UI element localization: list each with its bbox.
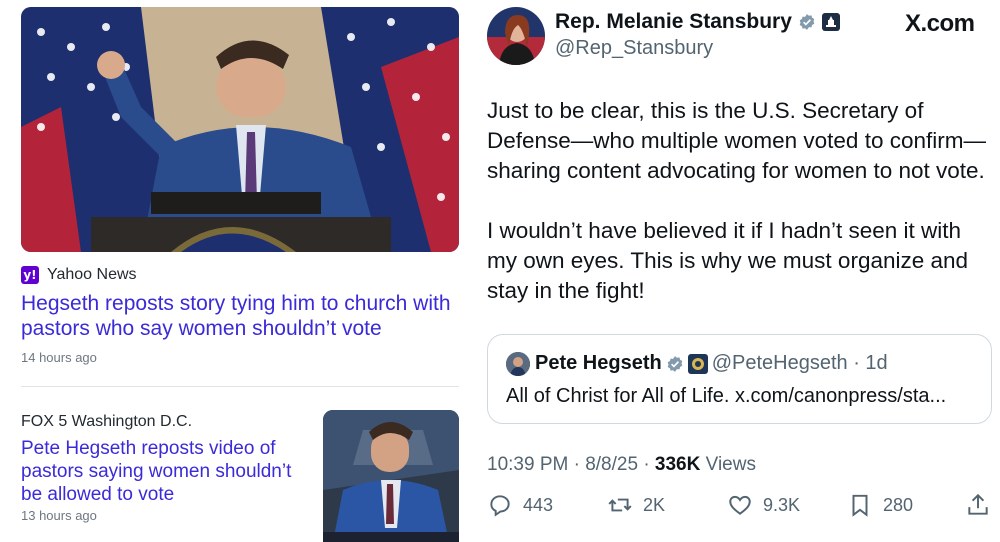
article1-source-name: Yahoo News [47,266,137,283]
share-button[interactable] [965,492,991,518]
reply-button[interactable]: 443 [487,492,553,518]
display-name-text: Rep. Melanie Stansbury [555,10,792,33]
views-label: Views [700,454,756,475]
defense-department-icon [687,353,708,374]
share-icon [968,493,988,515]
quoted-tweet-card[interactable]: Pete Hegseth @PeteHegseth · 1d All of Ch… [487,334,992,424]
tweet-paragraph-1: Just to be clear, this is the U.S. Secre… [487,98,986,183]
article2-time: 13 hours ago [21,508,97,523]
quoted-tweet-text: All of Christ for All of Life. x.com/can… [506,385,947,407]
government-capitol-icon [821,13,840,31]
news-column: y! Yahoo News Hegseth reposts story tyin… [0,0,470,542]
tweet-action-bar: 443 2K 9.3K 280 [487,492,992,526]
author-handle[interactable]: @Rep_Stansbury [555,37,713,60]
reply-icon [490,495,510,517]
author-avatar[interactable] [487,7,545,65]
article1-time: 14 hours ago [21,350,97,365]
tweet-meta: 10:39 PM · 8/8/25 · 336K Views [487,454,756,476]
like-button[interactable]: 9.3K [727,492,800,518]
bookmark-count: 280 [883,494,914,515]
repost-icon [608,498,632,512]
author-display-name[interactable]: Rep. Melanie Stansbury [555,10,840,34]
x-logo-text: X.com [905,10,975,37]
bookmark-icon [852,494,868,517]
thumbnail-image [323,410,459,542]
article1-source[interactable]: y! Yahoo News [21,266,137,284]
article1-headline[interactable]: Hegseth reposts story tying him to churc… [21,291,461,341]
article2-headline[interactable]: Pete Hegseth reposts video of pastors sa… [21,437,311,506]
avatar-image [487,7,545,65]
quoted-author-line: Pete Hegseth @PeteHegseth · 1d [535,352,888,375]
yahoo-logo-icon: y! [21,266,39,284]
reply-count: 443 [523,494,554,515]
bookmark-button[interactable]: 280 [847,492,913,518]
quoted-author-name[interactable]: Pete Hegseth [535,352,662,375]
tweet-body: Just to be clear, this is the U.S. Secre… [487,96,992,336]
heart-icon [729,495,751,515]
verified-badge-icon [799,14,815,30]
quoted-handle-time: @PeteHegseth · 1d [711,352,888,374]
quoted-avatar-image [506,352,530,376]
tweet-timestamp[interactable]: 10:39 PM · 8/8/25 · [487,454,655,475]
repost-button[interactable]: 2K [607,492,665,518]
article2-source-name: FOX 5 Washington D.C. [21,413,193,430]
like-count: 9.3K [763,494,801,515]
hero-photo[interactable] [21,7,459,252]
hero-image [21,7,459,252]
views-count: 336K [654,454,701,475]
repost-count: 2K [643,494,666,515]
quoted-author-avatar[interactable] [506,352,530,376]
article-divider [21,386,459,387]
quoted-verified-badge-icon [667,355,682,372]
article2-thumbnail[interactable] [323,410,459,542]
tweet-paragraph-2: I wouldn’t have believed it if I hadn’t … [487,218,969,303]
